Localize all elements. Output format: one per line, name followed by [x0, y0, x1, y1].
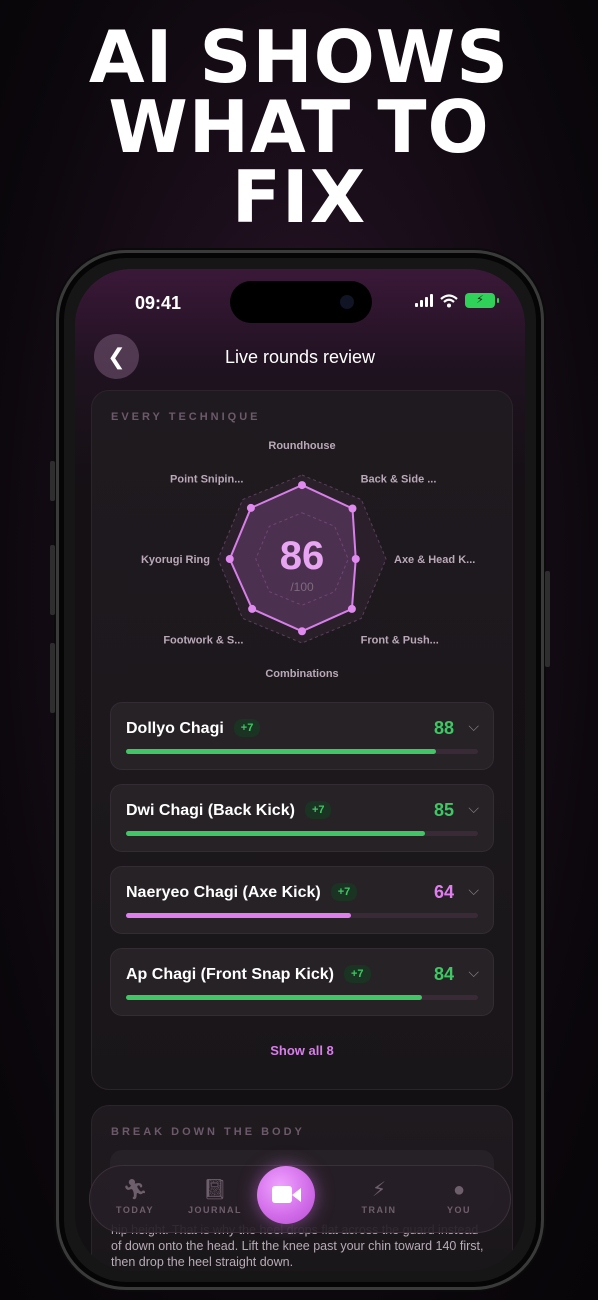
- record-video-button[interactable]: [257, 1166, 315, 1224]
- technique-name-text: Ap Chagi (Front Snap Kick): [126, 966, 334, 983]
- delta-badge: +7: [304, 801, 332, 819]
- show-all-button[interactable]: Show all 8: [92, 1043, 512, 1058]
- section-label: BREAK DOWN THE BODY: [111, 1126, 305, 1138]
- radar-axis-label: Front & Push...: [361, 635, 439, 647]
- battery-charging-icon: ⚡: [465, 293, 499, 308]
- tab-label: TRAIN: [361, 1205, 397, 1215]
- radar-axis-label: Roundhouse: [268, 440, 335, 452]
- technique-name: Naeryeo Chagi (Axe Kick) +7: [126, 883, 358, 902]
- progress-track: [126, 831, 478, 836]
- technique-name-text: Dollyo Chagi: [126, 720, 224, 737]
- progress-track: [126, 749, 478, 754]
- cellular-signal-icon: [415, 294, 433, 307]
- radar-axis-label: Point Snipin...: [170, 473, 243, 485]
- headline-line: FIX: [231, 155, 367, 239]
- radar-axis-label: Axe & Head K...: [394, 554, 475, 566]
- radar-point: [347, 604, 356, 613]
- radar-point: [298, 627, 306, 636]
- overall-score: 86: [280, 534, 325, 578]
- tab-label: JOURNAL: [187, 1205, 242, 1215]
- technique-name: Dwi Chagi (Back Kick) +7: [126, 801, 332, 820]
- progress-fill: [126, 749, 436, 754]
- tab-label: YOU: [446, 1205, 471, 1215]
- progress-fill: [126, 995, 422, 1000]
- wifi-icon: [440, 293, 458, 307]
- progress-fill: [126, 831, 426, 836]
- technique-name-text: Dwi Chagi (Back Kick): [126, 802, 295, 819]
- chevron-down-icon[interactable]: ⌵: [468, 964, 479, 981]
- tab-train[interactable]: ⚡︎ TRAIN: [344, 1178, 414, 1215]
- phone-side-button: [50, 461, 55, 501]
- headline-line: AI SHOWS: [88, 15, 510, 99]
- lightning-icon: ⚡︎: [371, 1179, 387, 1201]
- technique-radar-chart: Roundhouse Back & Side ... Axe & Head K...…: [141, 440, 475, 680]
- phone-side-button: [50, 545, 55, 615]
- technique-name: Dollyo Chagi +7: [126, 719, 261, 738]
- technique-score: 84: [433, 964, 454, 984]
- technique-card: EVERY TECHNIQUE Roundhouse Back & Side ..…: [91, 390, 513, 1090]
- technique-score: 88: [433, 718, 454, 738]
- progress-fill: [126, 913, 352, 918]
- delta-badge: +7: [233, 719, 261, 737]
- headline-line: WHAT TO: [108, 85, 490, 169]
- tab-journal[interactable]: 📓︎ JOURNAL: [180, 1178, 250, 1215]
- promo-headline: AI SHOWS WHAT TO FIX: [0, 15, 598, 239]
- dynamic-island: [230, 281, 372, 323]
- radar-point: [351, 555, 360, 563]
- technique-score: 64: [433, 882, 454, 902]
- delta-badge: +7: [344, 965, 371, 983]
- chevron-down-icon[interactable]: ⌵: [468, 800, 479, 817]
- chevron-down-icon[interactable]: ⌵: [468, 882, 479, 899]
- phone-side-button: [50, 643, 55, 713]
- radar-point: [248, 604, 257, 613]
- status-icons: ⚡: [415, 293, 499, 308]
- radar-point: [348, 504, 357, 513]
- progress-track: [126, 913, 478, 918]
- technique-row[interactable]: Naeryeo Chagi (Axe Kick) +7 64 ⌵: [110, 866, 494, 934]
- technique-name: Ap Chagi (Front Snap Kick) +7: [126, 965, 371, 984]
- radar-point: [225, 555, 234, 563]
- technique-row[interactable]: Dwi Chagi (Back Kick) +7 85 ⌵: [110, 784, 494, 852]
- app-screen: 09:41 ⚡ ❮ Live rounds review EVERY TECHN…: [75, 269, 525, 1271]
- chevron-down-icon[interactable]: ⌵: [468, 718, 479, 735]
- tab-label: TODAY: [115, 1205, 154, 1215]
- radar-axis-label: Combinations: [265, 668, 338, 680]
- technique-row[interactable]: Dollyo Chagi +7 88 ⌵: [110, 702, 494, 770]
- progress-track: [126, 995, 478, 1000]
- radar-axis-label: Footwork & S...: [163, 635, 243, 647]
- notebook-icon: 📓︎: [202, 1179, 228, 1201]
- phone-side-button: [545, 571, 550, 667]
- runner-icon: 🏃︎: [122, 1179, 148, 1201]
- page-title: Live rounds review: [224, 347, 376, 367]
- technique-score: 85: [433, 800, 454, 820]
- phone-frame: 09:41 ⚡ ❮ Live rounds review EVERY TECHN…: [50, 250, 550, 1290]
- radar-axis-label: Kyorugi Ring: [141, 554, 210, 566]
- technique-row[interactable]: Ap Chagi (Front Snap Kick) +7 84 ⌵: [110, 948, 494, 1016]
- radar-axis-label: Back & Side ...: [361, 473, 437, 485]
- overall-score-max: /100: [290, 580, 314, 594]
- delta-badge: +7: [330, 883, 358, 901]
- technique-name-text: Naeryeo Chagi (Axe Kick): [126, 884, 321, 901]
- tab-today[interactable]: 🏃︎ TODAY: [100, 1178, 170, 1215]
- status-time: 09:41: [135, 293, 182, 313]
- radar-point: [246, 503, 255, 512]
- profile-icon: ●: [452, 1179, 466, 1201]
- radar-point: [298, 481, 306, 490]
- tab-you[interactable]: ● YOU: [424, 1178, 494, 1215]
